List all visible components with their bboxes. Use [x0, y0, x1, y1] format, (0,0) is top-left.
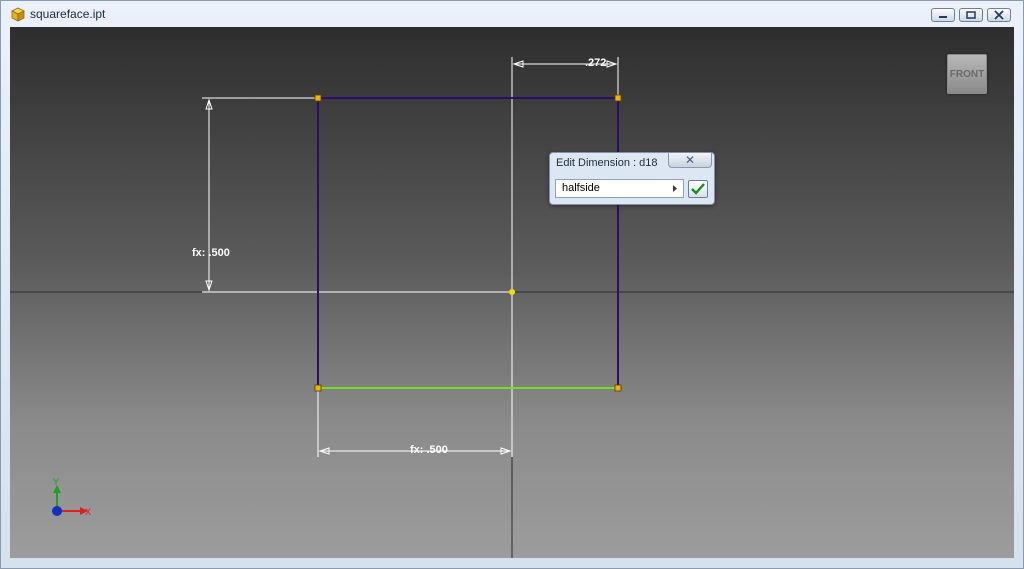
origin-icon [52, 506, 62, 516]
restore-button[interactable] [959, 8, 983, 22]
expand-arrow-icon[interactable] [668, 181, 682, 196]
center-point[interactable] [509, 289, 515, 295]
sketch-vertex[interactable] [614, 94, 622, 102]
close-icon: ✕ [684, 153, 696, 167]
edit-dimension-dialog[interactable]: Edit Dimension : d18 ✕ halfside [549, 152, 715, 205]
sketch-canvas[interactable]: X Y [10, 27, 1014, 558]
dim-value-width[interactable]: fx: .500 [410, 444, 448, 456]
accept-button[interactable] [688, 180, 708, 198]
restore-icon [966, 11, 976, 19]
y-axis-label: Y [53, 477, 59, 487]
checkmark-icon [691, 183, 705, 195]
sketch-vertex[interactable] [314, 94, 322, 102]
part-file-icon [11, 7, 25, 22]
dim-value-offset[interactable]: .272 [585, 57, 606, 69]
viewcube[interactable]: FRONT [947, 54, 987, 94]
close-button[interactable] [987, 8, 1011, 22]
minimize-button[interactable] [931, 8, 955, 22]
close-icon [994, 10, 1004, 20]
dimension-value-input[interactable]: halfside [555, 179, 684, 198]
x-axis-label: X [85, 507, 91, 517]
viewcube-face-label: FRONT [949, 69, 985, 80]
sketch-vertex[interactable] [314, 384, 322, 392]
dialog-title: Edit Dimension : d18 [556, 157, 658, 169]
graphics-viewport[interactable]: X Y .272 fx: .500 fx: .500 FRONT [10, 27, 1014, 558]
title-bar[interactable]: squareface.ipt [1, 1, 1023, 27]
sketch-vertex[interactable] [614, 384, 622, 392]
minimize-icon [939, 16, 947, 18]
app-window: squareface.ipt X Y .272 fx: .500 fx: .50… [0, 0, 1024, 569]
dim-value-height[interactable]: fx: .500 [192, 247, 230, 259]
dialog-close-button[interactable]: ✕ [668, 153, 712, 168]
window-title: squareface.ipt [30, 7, 106, 21]
